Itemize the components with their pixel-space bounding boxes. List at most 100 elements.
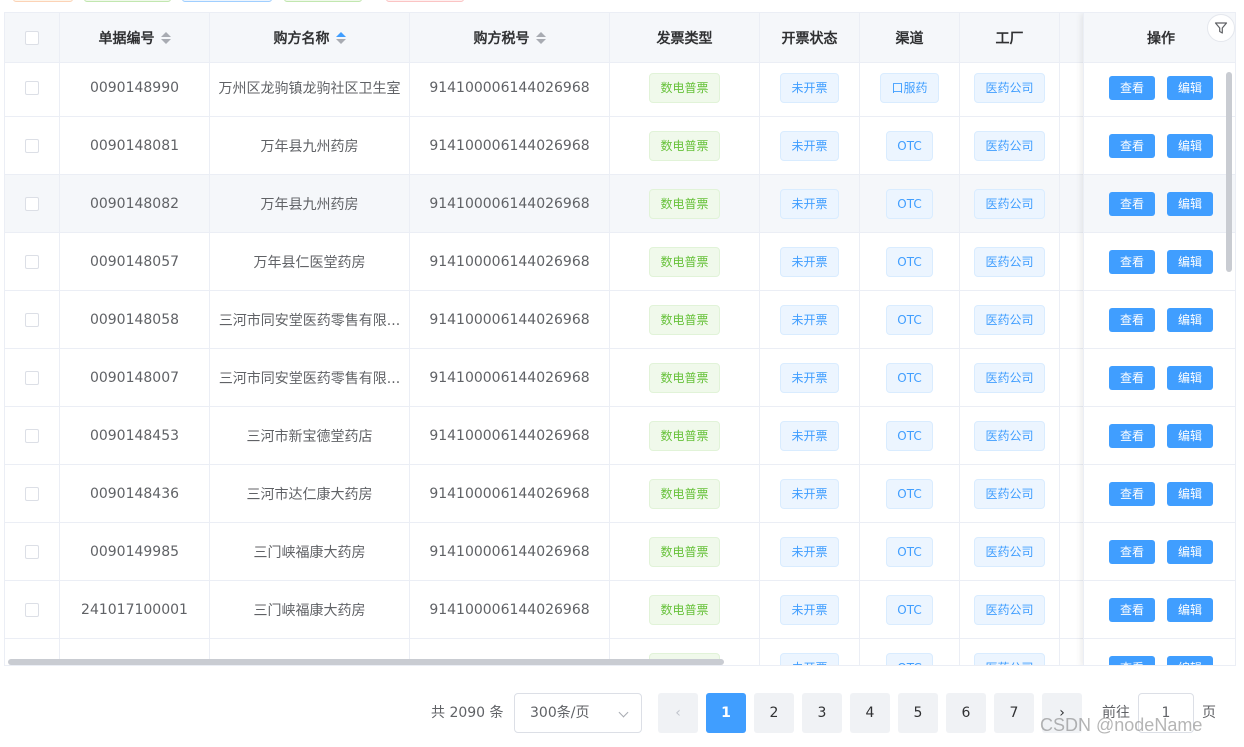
row-checkbox[interactable] [25,487,39,501]
view-button[interactable]: 查看 [1108,424,1155,448]
cell-tax-no: 914100006144026968 [410,581,610,639]
row-select-cell[interactable] [5,465,60,523]
sort-caret-icon[interactable] [335,32,346,44]
view-button[interactable]: 查看 [1108,598,1155,622]
vertical-scrollbar[interactable] [1226,72,1232,272]
horizontal-scrollbar[interactable] [8,659,724,665]
select-all-checkbox[interactable] [25,31,39,45]
row-select-cell[interactable] [5,291,60,349]
prev-page-button[interactable]: ‹ [658,693,698,733]
pagination-total: 共 2090 条 [431,705,504,721]
row-select-cell[interactable] [5,407,60,465]
sort-caret-icon[interactable] [535,32,546,44]
view-button[interactable]: 查看 [1108,76,1155,100]
table-row[interactable]: 0090148081 万年县九州药房 914100006144026968 数电普票 未… [5,117,1235,175]
table-row[interactable]: 0090148082 万年县九州药房 914100006144026968 数电普票 未… [5,175,1235,233]
header-buyer-name[interactable]: 购方名称 [210,13,410,63]
row-checkbox[interactable] [25,371,39,385]
cell-tax-no: 914100006144026968 [410,465,610,523]
view-button[interactable]: 查看 [1108,366,1155,390]
action-row: 查看编辑 [1084,523,1235,581]
view-button[interactable]: 查看 [1108,250,1155,274]
row-select-cell[interactable] [5,233,60,291]
cell-doc-no: 0090149985 [60,523,210,581]
row-select-cell[interactable] [5,349,60,407]
header-select-all[interactable] [5,13,60,63]
row-select-cell[interactable] [5,523,60,581]
page-button-4[interactable]: 4 [850,693,890,733]
edit-button[interactable]: 编辑 [1167,308,1214,332]
page-button-1[interactable]: 1 [706,693,746,733]
cell-channel: OTC [860,233,960,291]
edit-button[interactable]: 编辑 [1167,192,1214,216]
invoice-type-tag: 数电普票 [649,363,720,393]
edit-button[interactable]: 编辑 [1167,134,1214,158]
edit-button[interactable]: 编辑 [1167,482,1214,506]
edit-button[interactable]: 编辑 [1167,424,1214,448]
page-button-3[interactable]: 3 [802,693,842,733]
invoice-type-tag: 数电普票 [649,189,720,219]
status-tag: 未开票 [780,421,839,451]
page-button-7[interactable]: 7 [994,693,1034,733]
view-button[interactable]: 查看 [1108,656,1155,665]
cell-buyer-name: 万年县九州药房 [210,117,410,175]
table-row[interactable]: 241017100001 三门峡福康大药房 914100006144026968 数电… [5,581,1235,639]
edit-button[interactable]: 编辑 [1167,76,1214,100]
view-button[interactable]: 查看 [1108,134,1155,158]
page-button-6[interactable]: 6 [946,693,986,733]
chevron-down-icon [618,707,629,718]
row-checkbox[interactable] [25,545,39,559]
cell-actions: 查看编辑 [1084,349,1235,407]
action-row: 查看编辑 [1084,349,1235,407]
channel-tag: OTC [886,537,933,567]
view-button[interactable]: 查看 [1108,308,1155,332]
row-select-cell[interactable] [5,175,60,233]
toolbar-button-partial[interactable] [284,0,362,2]
row-select-cell[interactable] [5,117,60,175]
table-row[interactable]: 0090148007 三河市同安堂医药零售有限... 914100006144026… [5,349,1235,407]
edit-button[interactable]: 编辑 [1167,540,1214,564]
channel-tag: OTC [886,363,933,393]
cell-buyer-name: 三门峡福康大药房 [210,581,410,639]
edit-button[interactable]: 编辑 [1167,598,1214,622]
sort-caret-icon[interactable] [160,32,171,44]
edit-button[interactable]: 编辑 [1167,250,1214,274]
view-button[interactable]: 查看 [1108,192,1155,216]
page-size-select[interactable]: 300条/页 [514,693,642,733]
row-select-cell[interactable] [5,63,60,117]
page-button-5[interactable]: 5 [898,693,938,733]
channel-tag: OTC [886,479,933,509]
row-checkbox[interactable] [25,139,39,153]
table-row[interactable]: 0090148990 万州区龙驹镇龙驹社区卫生室 91410000614402696… [5,63,1235,117]
table-row[interactable]: 0090148453 三河市新宝德堂药店 914100006144026968 数电普… [5,407,1235,465]
header-doc-no[interactable]: 单据编号 [60,13,210,63]
page-button-2[interactable]: 2 [754,693,794,733]
goto-suffix: 页 [1202,705,1216,721]
edit-button[interactable]: 编辑 [1167,656,1214,665]
toolbar-button-partial[interactable] [84,0,171,2]
toolbar-button-partial[interactable] [13,0,73,2]
table-row[interactable]: 0090148058 三河市同安堂医药零售有限... 914100006144026… [5,291,1235,349]
cell-tax-no: 914100006144026968 [410,291,610,349]
table-row[interactable]: 0090148057 万年县仁医堂药房 914100006144026968 数电普票… [5,233,1235,291]
row-checkbox[interactable] [25,197,39,211]
row-checkbox[interactable] [25,313,39,327]
row-select-cell[interactable] [5,581,60,639]
row-checkbox[interactable] [25,81,39,95]
view-button[interactable]: 查看 [1108,540,1155,564]
invoice-type-tag: 数电普票 [649,305,720,335]
header-buyer-tax-no[interactable]: 购方税号 [410,13,610,63]
table-row[interactable]: 0090149985 三门峡福康大药房 914100006144026968 数电普票… [5,523,1235,581]
factory-tag: 医药公司 [974,479,1045,509]
row-checkbox[interactable] [25,429,39,443]
factory-tag: 医药公司 [974,305,1045,335]
row-checkbox[interactable] [25,603,39,617]
toolbar-button-partial[interactable] [386,0,464,2]
edit-button[interactable]: 编辑 [1167,366,1214,390]
row-checkbox[interactable] [25,255,39,269]
toolbar-button-partial[interactable] [182,0,272,2]
table-row[interactable]: 0090148436 三河市达仁康大药房 914100006144026968 数电普… [5,465,1235,523]
action-row: 查看编辑 [1084,407,1235,465]
filter-icon[interactable] [1207,14,1235,42]
view-button[interactable]: 查看 [1108,482,1155,506]
